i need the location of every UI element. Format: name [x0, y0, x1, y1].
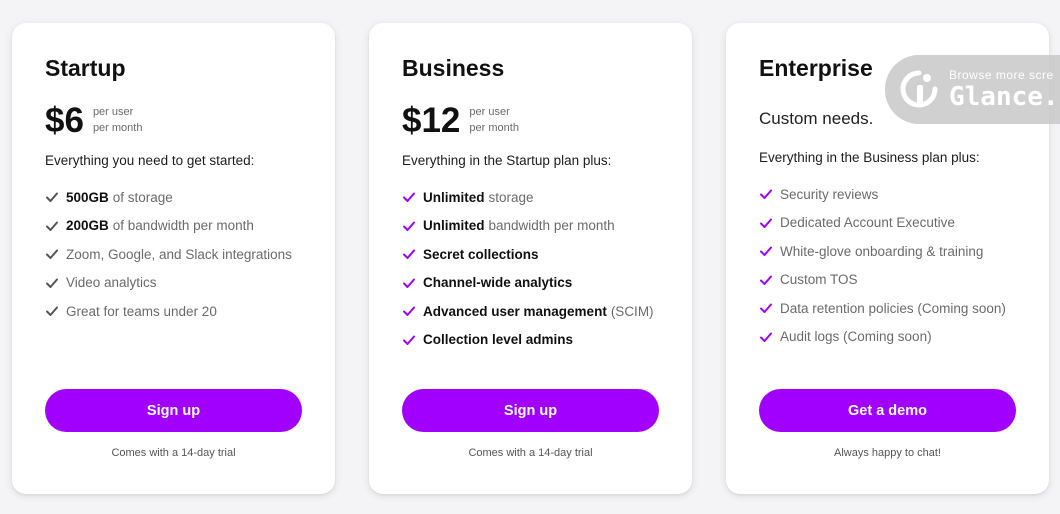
feature-item: Great for teams under 20 [45, 297, 292, 326]
feature-text: Zoom, Google, and Slack integrations [66, 246, 292, 262]
plan-intro: Everything in the Startup plan plus: [402, 153, 612, 168]
feature-highlight: Collection level admins [423, 332, 574, 348]
checkmark-icon [403, 249, 415, 260]
feature-highlight: Channel-wide analytics [423, 275, 573, 291]
feature-item: Security reviews [759, 180, 1006, 209]
checkmark-icon [760, 246, 772, 257]
checkmark-icon [760, 332, 772, 342]
get-a-demo-button[interactable]: Get a demo [759, 389, 1016, 432]
feature-text: of storage [112, 189, 173, 205]
plan-price: $12 [402, 101, 461, 140]
custom-needs-text: Custom needs. [759, 109, 874, 128]
checkmark-icon [403, 192, 415, 203]
feature-text: Data retention policies (Coming soon) [780, 300, 1006, 316]
feature-list: 500GB of storage 200GB of bandwidth per mon… [45, 183, 292, 326]
feature-text: Video analytics [66, 275, 157, 291]
price-row: $12 per user per month [402, 101, 519, 141]
plan-price: $6 [45, 101, 84, 140]
feature-text: Great for teams under 20 [66, 303, 217, 319]
feature-item: Secret collections [402, 240, 654, 269]
feature-highlight: 500GB [66, 189, 109, 205]
feature-item: Collection level admins [402, 326, 654, 355]
checkmark-icon [760, 303, 772, 314]
feature-text: (SCIM) [610, 303, 654, 319]
chat-note: Always happy to chat! [833, 447, 941, 459]
feature-text: Security reviews [780, 186, 879, 202]
price-unit-line1: per user [92, 106, 134, 118]
checkmark-icon [403, 335, 415, 345]
checkmark-icon [46, 306, 58, 317]
feature-item: Advanced user management (SCIM) [402, 297, 654, 326]
feature-highlight: Unlimited [423, 218, 485, 234]
feature-list: Unlimited storage Unlimited bandwidth per m… [402, 183, 654, 354]
price-unit-line1: per user [469, 106, 510, 118]
feature-highlight: Secret collections [423, 246, 539, 262]
price-unit: per user per month [469, 104, 519, 136]
price-unit: per user per month [93, 104, 143, 136]
feature-item: 200GB of bandwidth per month [45, 212, 292, 241]
feature-item: 500GB of storage [45, 183, 292, 212]
checkmark-icon [760, 189, 772, 200]
checkmark-icon [46, 278, 58, 288]
plan-intro: Everything you need to get started: [45, 153, 255, 168]
plan-name: Startup [45, 55, 126, 81]
watermark-badge[interactable]: Browse more scre Glance. [885, 55, 1060, 124]
feature-highlight: 200GB [66, 218, 109, 234]
feature-item: Unlimited bandwidth per month [402, 212, 654, 241]
watermark-tagline: Browse more scre [949, 68, 1054, 82]
plan-intro: Everything in the Business plan plus: [759, 150, 980, 165]
checkmark-icon [46, 192, 58, 203]
feature-item: Audit logs (Coming soon) [759, 323, 1006, 352]
plan-card-business: Business $12 per user per month Everythi… [369, 23, 692, 494]
feature-highlight: Unlimited [423, 189, 485, 205]
checkmark-icon [760, 218, 772, 228]
feature-text: Audit logs (Coming soon) [780, 329, 932, 345]
feature-item: Video analytics [45, 269, 292, 298]
feature-text: of bandwidth per month [112, 218, 254, 234]
feature-item: Dedicated Account Executive [759, 209, 1006, 238]
feature-item: Custom TOS [759, 266, 1006, 295]
feature-text: Custom TOS [780, 272, 858, 288]
sign-up-button[interactable]: Sign up [402, 389, 659, 432]
trial-note: Comes with a 14-day trial [468, 447, 593, 459]
glance-logo-icon [900, 70, 938, 108]
feature-text: bandwidth per month [488, 218, 615, 234]
feature-item: Data retention policies (Coming soon) [759, 294, 1006, 323]
checkmark-icon [760, 275, 772, 285]
price-unit-line2: per month [92, 122, 143, 134]
feature-list: Security reviews Dedicated Account Execut… [759, 180, 1006, 351]
plan-name: Business [402, 55, 505, 81]
feature-text: Dedicated Account Executive [780, 215, 955, 231]
sign-up-button[interactable]: Sign up [45, 389, 302, 432]
checkmark-icon [403, 278, 415, 288]
feature-item: White-glove onboarding & training [759, 237, 1006, 266]
watermark-brand: Glance. [949, 82, 1059, 112]
plan-name: Enterprise [759, 55, 873, 81]
price-row: $6 per user per month [45, 101, 142, 141]
feature-text: storage [488, 189, 534, 205]
checkmark-icon [403, 306, 415, 317]
checkmark-icon [46, 249, 58, 260]
plan-card-startup: Startup $6 per user per month Everything… [12, 23, 335, 494]
checkmark-icon [403, 221, 415, 231]
feature-highlight: Advanced user management [423, 303, 607, 319]
feature-item: Channel-wide analytics [402, 269, 654, 298]
feature-text: White-glove onboarding & training [780, 243, 984, 259]
trial-note: Comes with a 14-day trial [111, 447, 236, 459]
price-unit-line2: per month [469, 122, 519, 134]
checkmark-icon [46, 221, 58, 231]
feature-item: Unlimited storage [402, 183, 654, 212]
feature-item: Zoom, Google, and Slack integrations [45, 240, 292, 269]
